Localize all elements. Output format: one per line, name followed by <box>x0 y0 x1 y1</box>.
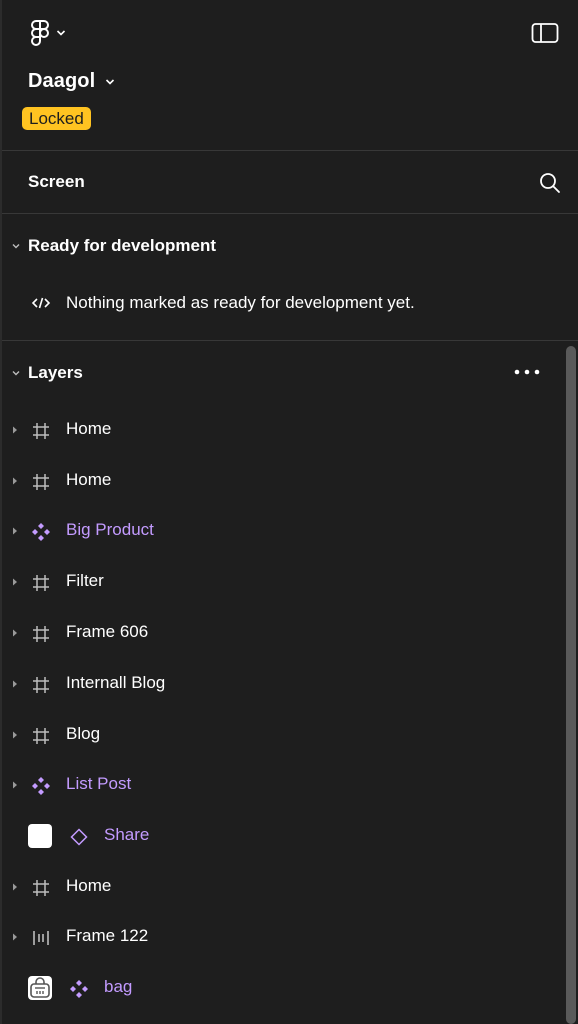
chevron-down-icon <box>106 78 115 85</box>
frame-icon <box>33 626 49 642</box>
sidebar-toggle-button[interactable] <box>530 20 560 46</box>
layer-label: Frame 122 <box>66 926 149 945</box>
frame-icon <box>33 677 49 693</box>
component-icon <box>32 777 50 795</box>
layer-thumbnail <box>28 824 52 848</box>
frame-icon <box>33 423 49 439</box>
layer-thumbnail <box>28 976 52 1000</box>
main-menu-button[interactable] <box>30 18 66 48</box>
sidebar-toggle-icon <box>531 23 559 43</box>
caret-right-icon[interactable] <box>10 679 20 689</box>
layer-label: List Post <box>66 774 132 793</box>
layer-row-home[interactable]: Home <box>2 405 558 455</box>
frame-icon <box>33 474 49 490</box>
layer-label: bag <box>104 977 133 996</box>
component-icon <box>70 980 88 998</box>
layer-label: Big Product <box>66 520 154 539</box>
frame-icon <box>33 880 49 896</box>
caret-right-icon[interactable] <box>10 628 20 638</box>
caret-right-icon[interactable] <box>10 425 20 435</box>
frame-icon <box>33 575 49 591</box>
component-icon <box>32 523 50 541</box>
caret-right-icon[interactable] <box>10 882 20 892</box>
figma-logo-icon <box>31 20 49 46</box>
layer-row-share[interactable]: Share <box>2 811 558 861</box>
caret-right-icon[interactable] <box>10 526 20 536</box>
file-name: Daagol <box>28 70 96 92</box>
layer-label: Filter <box>66 571 104 590</box>
layer-row-blog[interactable]: Blog <box>2 710 558 760</box>
layers-scrollbar[interactable] <box>566 346 576 1024</box>
ready-for-dev-section-header[interactable]: Ready for development <box>2 230 558 262</box>
layers-section-header[interactable]: Layers <box>2 357 502 389</box>
page-label[interactable]: Screen <box>28 172 85 192</box>
caret-right-icon[interactable] <box>10 932 20 942</box>
caret-right-icon[interactable] <box>10 780 20 790</box>
page-selector-row <box>2 151 578 213</box>
bag-icon <box>30 977 50 998</box>
layer-row-frame-122[interactable]: Frame 122 <box>2 912 558 962</box>
caret-right-icon[interactable] <box>10 730 20 740</box>
code-icon <box>31 297 51 309</box>
caret-right-icon[interactable] <box>10 577 20 587</box>
frame-icon <box>33 728 49 744</box>
layer-row-internall-blog[interactable]: Internall Blog <box>2 659 558 709</box>
layer-row-frame-606[interactable]: Frame 606 <box>2 608 558 658</box>
instance-icon <box>70 828 88 846</box>
layers-more-button[interactable] <box>512 362 542 382</box>
layer-label: Internall Blog <box>66 673 166 692</box>
auto-layout-horizontal-icon <box>33 931 49 945</box>
more-horizontal-icon <box>514 369 540 375</box>
layer-label: Home <box>66 876 112 895</box>
chevron-down-icon <box>56 30 66 36</box>
empty-message: Nothing marked as ready for development … <box>66 293 415 312</box>
ready-for-dev-empty-state: Nothing marked as ready for development … <box>30 292 415 314</box>
layer-label: Home <box>66 419 112 438</box>
layer-label: Share <box>104 825 150 844</box>
chevron-down-icon <box>12 371 20 376</box>
layers-title: Layers <box>28 363 83 382</box>
file-name-menu[interactable]: Daagol <box>28 70 115 93</box>
divider <box>2 213 578 214</box>
layer-row-home[interactable]: Home <box>2 862 558 912</box>
dev-mode-left-panel: Daagol Locked Screen Ready for developme… <box>0 0 578 1024</box>
divider <box>2 340 578 341</box>
layer-label: Blog <box>66 724 101 743</box>
layer-row-filter[interactable]: Filter <box>2 557 558 607</box>
layer-row-bag[interactable]: bag <box>2 963 558 1013</box>
ready-for-dev-title: Ready for development <box>28 236 216 255</box>
layer-row-big-product[interactable]: Big Product <box>2 506 558 556</box>
locked-badge: Locked <box>22 107 91 130</box>
layer-label: Home <box>66 470 112 489</box>
search-button[interactable] <box>538 171 562 195</box>
chevron-down-icon <box>12 244 20 249</box>
layer-row-home[interactable]: Home <box>2 456 558 506</box>
search-icon <box>540 173 560 193</box>
caret-right-icon[interactable] <box>10 476 20 486</box>
layer-row-list-post[interactable]: List Post <box>2 760 558 810</box>
layer-label: Frame 606 <box>66 622 149 641</box>
file-header: Daagol Locked <box>2 0 578 150</box>
